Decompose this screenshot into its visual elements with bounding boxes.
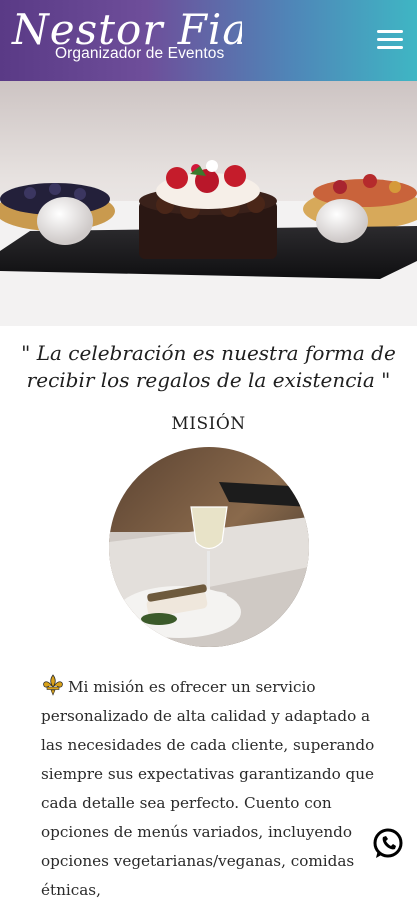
mission-title: MISIÓN: [171, 414, 246, 434]
mission-image: [109, 447, 309, 647]
hero-quote: " La celebración es nuestra forma de rec…: [21, 341, 396, 392]
mission-text-block: Mi misión es ofrecer un servicio persona…: [41, 673, 381, 905]
brand-subtitle: Organizador de Eventos: [55, 45, 225, 62]
site-header: Nestor Fiant Organizador de Eventos: [0, 0, 417, 81]
dessert-cake-photo: [0, 160, 417, 326]
fleur-de-lis-icon: [43, 674, 63, 696]
hamburger-menu-icon[interactable]: [377, 30, 403, 50]
hero-image: [0, 81, 417, 326]
wine-glass-dinner-photo: [109, 447, 309, 647]
whatsapp-icon[interactable]: [371, 827, 405, 861]
mission-text: Mi misión es ofrecer un servicio persona…: [41, 678, 375, 899]
